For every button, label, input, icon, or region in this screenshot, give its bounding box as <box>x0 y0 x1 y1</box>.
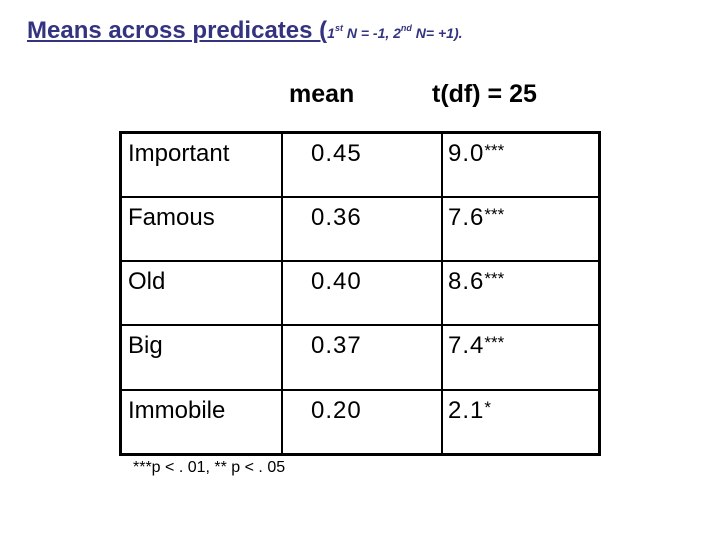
t-value: 7.4 <box>448 332 485 360</box>
t-value-cell: 7.4*** <box>441 324 601 391</box>
mean-cell: 0.40 <box>281 260 443 327</box>
table-row: Big 0.37 7.4*** <box>119 324 601 391</box>
title-main: Means across predicates ( <box>27 17 328 44</box>
table-row: Famous 0.36 7.6*** <box>119 196 601 263</box>
table-row: Immobile 0.20 2.1* <box>119 388 601 456</box>
t-value-cell: 7.6*** <box>441 196 601 263</box>
predicate-cell: Old <box>119 260 283 327</box>
predicate-cell: Famous <box>119 196 283 263</box>
significance-stars: *** <box>484 141 505 160</box>
significance-stars: *** <box>484 269 505 289</box>
slide-title: Means across predicates (1st N = -1, 2nd… <box>27 17 463 45</box>
t-value-cell: 8.6*** <box>441 260 601 327</box>
t-value-cell: 9.0*** <box>441 131 601 199</box>
mean-cell: 0.37 <box>281 324 443 391</box>
title-subtitle: 1st N = -1, 2nd N= +1). <box>327 23 463 41</box>
column-header-mean: mean <box>289 80 355 108</box>
predicate-cell: Important <box>119 131 283 199</box>
predicate-cell: Immobile <box>119 388 283 456</box>
table-row: Important 0.45 9.0*** <box>119 131 601 199</box>
means-table: Important 0.45 9.0*** Famous 0.36 7.6*** Old 0.… <box>119 131 601 456</box>
t-value: 8.6 <box>448 268 485 296</box>
mean-cell: 0.20 <box>281 388 443 456</box>
significance-stars: *** <box>484 205 505 225</box>
significance-stars: *** <box>484 333 505 353</box>
t-value-cell: 2.1* <box>441 388 601 456</box>
t-value: 9.0 <box>448 140 485 167</box>
mean-cell: 0.36 <box>281 196 443 263</box>
predicate-cell: Big <box>119 324 283 391</box>
mean-cell: 0.45 <box>281 131 443 199</box>
t-value: 7.6 <box>448 204 485 232</box>
t-value: 2.1 <box>448 396 485 424</box>
column-header-t: t(df) = 25 <box>432 80 537 108</box>
significance-footnote: ***p < . 01, ** p < . 05 <box>133 459 286 476</box>
significance-stars: * <box>484 397 491 417</box>
table-row: Old 0.40 8.6*** <box>119 260 601 327</box>
